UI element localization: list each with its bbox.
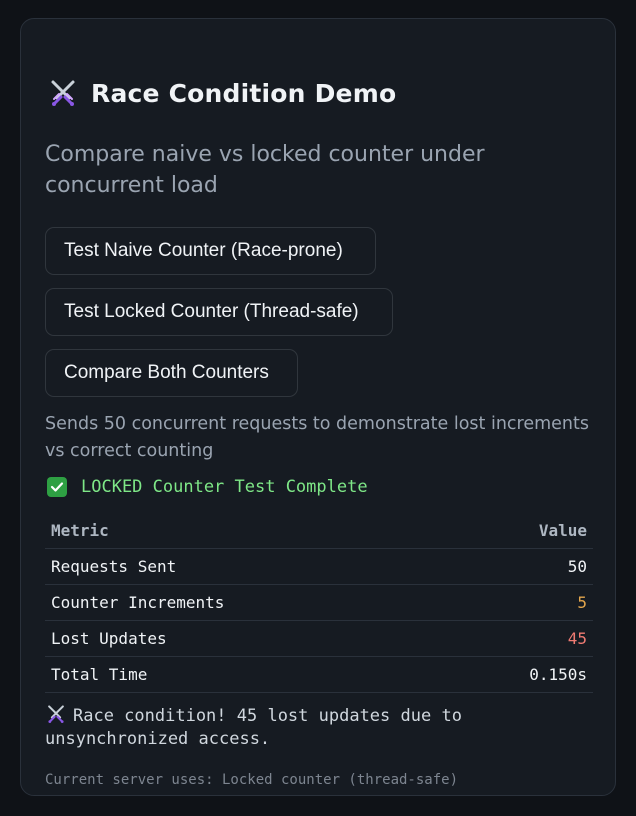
crossed-swords-icon (51, 80, 75, 106)
result-message: Race condition! 45 lost updates due to u… (45, 703, 585, 751)
request-hint: Sends 50 concurrent requests to demonstr… (45, 414, 589, 461)
crossed-swords-icon (48, 705, 64, 723)
compare-counters-button[interactable]: Compare Both Counters (45, 349, 298, 397)
result-message-text: Race condition! 45 lost updates due to u… (45, 706, 462, 749)
metric-label: Counter Increments (45, 584, 444, 621)
table-row: Lost Updates 45 (45, 620, 593, 657)
metric-value: 0.150s (443, 656, 593, 693)
test-naive-counter-button[interactable]: Test Naive Counter (Race-prone) (45, 227, 376, 275)
metrics-table: Metric Value Requests Sent 50 Counter In… (45, 513, 593, 693)
title-text: Race Condition Demo (91, 78, 397, 108)
metric-label: Total Time (45, 656, 444, 693)
header-metric: Metric (45, 513, 444, 549)
header-value: Value (443, 513, 593, 549)
demo-card: Race Condition Demo Compare naive vs loc… (20, 18, 616, 796)
subtitle: Compare naive vs locked counter under co… (45, 142, 485, 198)
table-header-row: Metric Value (45, 513, 593, 549)
check-mark-icon (47, 477, 67, 497)
metric-value: 50 (443, 548, 593, 585)
status-text: LOCKED Counter Test Complete (81, 477, 368, 497)
test-locked-counter-button[interactable]: Test Locked Counter (Thread-safe) (45, 288, 393, 336)
table-row: Total Time 0.150s (45, 656, 593, 693)
metric-value: 45 (443, 620, 593, 657)
metric-label: Lost Updates (45, 620, 444, 657)
page-title: Race Condition Demo (47, 77, 396, 109)
metric-value: 5 (443, 584, 593, 621)
status-line: LOCKED Counter Test Complete (47, 477, 368, 497)
table-row: Counter Increments 5 (45, 584, 593, 621)
metric-label: Requests Sent (45, 548, 444, 585)
table-row: Requests Sent 50 (45, 548, 593, 585)
server-note: Current server uses: Locked counter (thr… (45, 772, 459, 788)
